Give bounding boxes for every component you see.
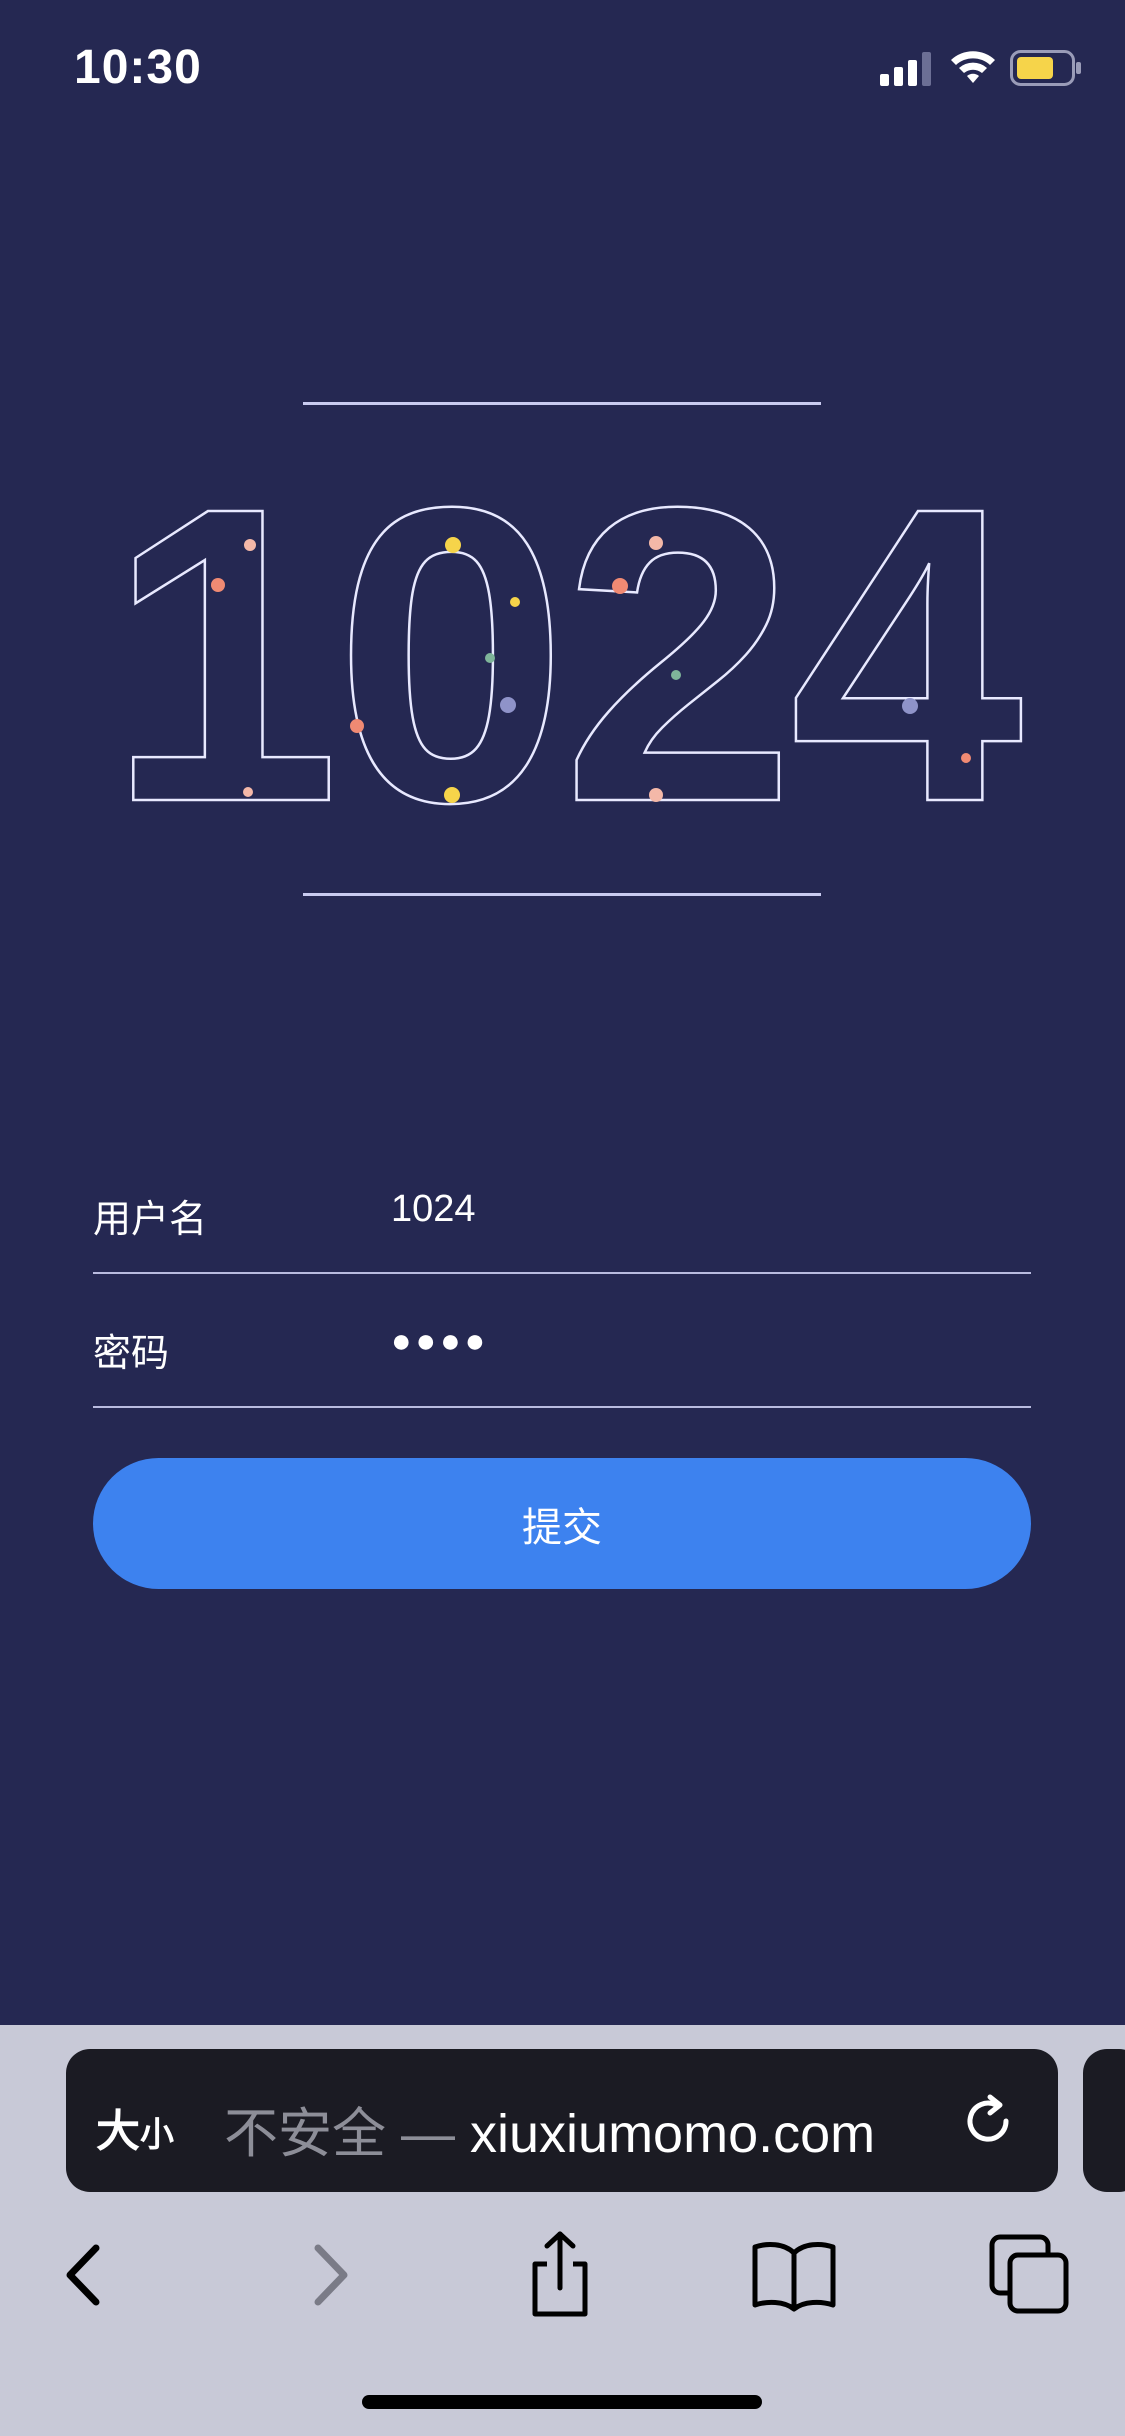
browser-toolbar: [0, 2225, 1125, 2345]
browser-bottom-bar: 大小 不安全 — xiuxiumomo.com: [0, 2025, 1125, 2436]
forward-icon: [314, 2244, 348, 2306]
hero-number: 1024: [106, 420, 1034, 892]
hero-divider-bottom: [303, 893, 821, 896]
back-icon: [66, 2244, 100, 2306]
password-row: 密码 ●●●●: [93, 1274, 1031, 1408]
url-display[interactable]: 不安全 — xiuxiumomo.com: [224, 2089, 875, 2168]
security-label: 不安全 —: [224, 2104, 471, 2164]
username-row: 用户名 1024: [93, 1140, 1031, 1274]
wifi-icon: [951, 51, 995, 83]
share-icon: [532, 2231, 588, 2317]
forward-button[interactable]: [278, 2225, 378, 2325]
text-size-big: 大: [96, 2107, 140, 2156]
password-label: 密码: [93, 1333, 170, 1375]
signal-icon: [880, 52, 931, 86]
share-button[interactable]: [510, 2225, 610, 2325]
home-indicator: [362, 2395, 762, 2409]
submit-button[interactable]: 提交: [93, 1458, 1031, 1589]
password-input[interactable]: ●●●●: [391, 1322, 489, 1361]
hero-banner: 1024: [0, 380, 1125, 920]
url-domain: xiuxiumomo.com: [470, 2104, 876, 2164]
login-form: 用户名 1024 密码 ●●●●: [93, 1140, 1031, 1408]
status-time: 10:30: [74, 41, 202, 94]
hero-title: 1024: [107, 421, 1026, 890]
tabs-button[interactable]: [980, 2225, 1080, 2325]
battery-icon: [1010, 50, 1081, 86]
tabs-icon: [989, 2234, 1069, 2314]
bookmarks-button[interactable]: [744, 2225, 844, 2325]
address-bar[interactable]: 大小 不安全 — xiuxiumomo.com: [66, 2049, 1058, 2192]
username-label: 用户名: [93, 1199, 208, 1241]
next-tab-preview[interactable]: [1083, 2049, 1125, 2192]
reload-icon[interactable]: [956, 2089, 1020, 2153]
status-bar: 10:30: [0, 0, 1125, 140]
text-size-button[interactable]: 大小: [96, 2095, 174, 2159]
username-input[interactable]: 1024: [391, 1188, 476, 1231]
text-size-small: 小: [140, 2116, 174, 2154]
back-button[interactable]: [36, 2225, 136, 2325]
bookmarks-icon: [752, 2242, 836, 2312]
